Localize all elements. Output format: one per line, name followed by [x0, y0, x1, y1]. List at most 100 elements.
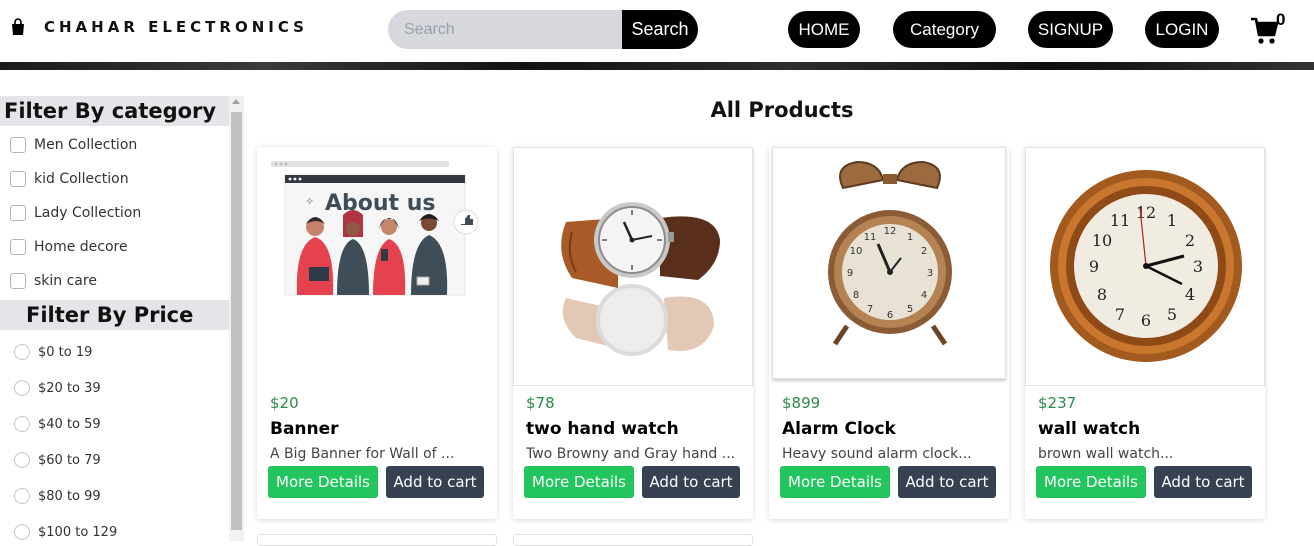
cart-button[interactable]: 0 [1250, 10, 1290, 48]
product-description: Two Browny and Gray hand ... [526, 446, 736, 462]
svg-text:12: 12 [884, 226, 897, 237]
more-details-button[interactable]: More Details [524, 466, 634, 498]
search-form: Search [388, 10, 698, 49]
category-option[interactable]: kid Collection [10, 169, 129, 189]
product-card: About us ✧ $20 Banner A Big Banner for W… [257, 147, 497, 519]
svg-text:1: 1 [1167, 211, 1177, 230]
alarm-clock-illustration: 12 6 9 3 12 45 78 1011 [828, 160, 952, 346]
scroll-thumb[interactable] [231, 112, 242, 530]
svg-text:4: 4 [1185, 285, 1195, 304]
nav-signup[interactable]: SIGNUP [1028, 11, 1113, 48]
price-option[interactable]: $80 to 99 [14, 486, 101, 506]
price-label: $100 to 129 [38, 524, 118, 540]
price-option[interactable]: $20 to 39 [14, 378, 101, 398]
product-description: Heavy sound alarm clock... [782, 446, 972, 462]
category-option[interactable]: Home decore [10, 237, 128, 257]
category-label: skin care [34, 273, 97, 289]
svg-text:11: 11 [864, 232, 877, 243]
checkbox[interactable] [10, 273, 26, 289]
svg-text:✧: ✧ [305, 195, 314, 208]
category-option[interactable]: skin care [10, 271, 97, 291]
svg-text:9: 9 [1089, 257, 1099, 276]
search-input[interactable] [388, 10, 624, 49]
checkbox[interactable] [10, 171, 26, 187]
svg-text:11: 11 [1110, 211, 1130, 230]
product-name: wall watch [1038, 419, 1141, 439]
category-label: Home decore [34, 239, 128, 255]
price-option[interactable]: $40 to 59 [14, 414, 101, 434]
price-label: $80 to 99 [38, 488, 101, 504]
product-name: Alarm Clock [782, 419, 896, 439]
add-to-cart-button[interactable]: Add to cart [1154, 466, 1252, 498]
wrist-watch-illustration [561, 202, 720, 356]
more-details-button[interactable]: More Details [268, 466, 378, 498]
price-option[interactable]: $60 to 79 [14, 450, 101, 470]
svg-text:4: 4 [921, 290, 927, 301]
svg-text:12: 12 [1136, 203, 1156, 222]
product-name: Banner [270, 419, 339, 439]
price-label: $40 to 59 [38, 416, 101, 432]
page-title: All Products [710, 98, 854, 122]
product-price: $237 [1038, 394, 1077, 412]
more-details-button[interactable]: More Details [1036, 466, 1146, 498]
nav-login[interactable]: LOGIN [1145, 11, 1219, 48]
svg-text:7: 7 [1115, 305, 1125, 324]
svg-text:5: 5 [1167, 305, 1177, 324]
product-card-partial [257, 534, 497, 546]
price-label: $60 to 79 [38, 452, 101, 468]
radio[interactable] [14, 452, 30, 468]
checkbox[interactable] [10, 239, 26, 255]
svg-text:6: 6 [887, 310, 893, 321]
svg-text:10: 10 [850, 246, 863, 257]
more-details-button[interactable]: More Details [780, 466, 890, 498]
about-us-banner-illustration: About us ✧ [271, 161, 479, 296]
product-price: $20 [270, 394, 299, 412]
add-to-cart-button[interactable]: Add to cart [386, 466, 484, 498]
product-description: brown wall watch... [1038, 446, 1174, 462]
svg-text:1: 1 [907, 232, 913, 243]
product-card-partial [513, 534, 753, 546]
category-label: kid Collection [34, 171, 129, 187]
checkbox[interactable] [10, 205, 26, 221]
svg-text:6: 6 [1141, 311, 1151, 330]
product-image[interactable] [513, 147, 753, 386]
nav-category[interactable]: Category [893, 11, 996, 48]
product-price: $78 [526, 394, 555, 412]
product-price: $899 [782, 394, 821, 412]
category-option[interactable]: Men Collection [10, 135, 137, 155]
nav-home[interactable]: HOME [788, 11, 860, 48]
price-option[interactable]: $100 to 129 [14, 522, 117, 541]
add-to-cart-button[interactable]: Add to cart [898, 466, 996, 498]
product-name: two hand watch [526, 419, 679, 439]
sidebar-scrollbar[interactable] [229, 96, 244, 541]
brand-name: CHAHAR ELECTRONICS [44, 18, 308, 36]
category-label: Lady Collection [34, 205, 142, 221]
product-image[interactable]: 12 6 9 3 12 45 78 10 11 [772, 147, 1006, 379]
product-card: 12 6 9 3 12 45 78 10 11 $899 Alarm Clock He… [769, 147, 1009, 519]
cart-icon [1251, 17, 1278, 44]
hero-strip [0, 62, 1314, 70]
scroll-up-arrow-icon[interactable] [232, 99, 240, 104]
radio[interactable] [14, 344, 30, 360]
product-image[interactable]: 12 6 9 3 12 45 78 10 11 [1025, 147, 1265, 386]
svg-text:2: 2 [921, 246, 927, 257]
svg-text:5: 5 [907, 304, 913, 315]
search-button[interactable]: Search [622, 10, 698, 49]
svg-text:2: 2 [1185, 231, 1195, 250]
add-to-cart-button[interactable]: Add to cart [642, 466, 740, 498]
svg-text:3: 3 [927, 268, 933, 279]
radio[interactable] [14, 416, 30, 432]
checkbox[interactable] [10, 137, 26, 153]
filter-sidebar: Filter By category Men Collection kid Co… [0, 96, 244, 541]
radio[interactable] [14, 380, 30, 396]
price-label: $0 to 19 [38, 344, 93, 360]
product-image[interactable]: About us ✧ [257, 147, 497, 386]
category-option[interactable]: Lady Collection [10, 203, 141, 223]
category-filter-heading: Filter By category [0, 96, 229, 126]
brand[interactable]: CHAHAR ELECTRONICS [10, 18, 308, 36]
svg-text:8: 8 [853, 290, 859, 301]
radio[interactable] [14, 488, 30, 504]
price-option[interactable]: $0 to 19 [14, 342, 92, 362]
svg-text:8: 8 [1097, 285, 1107, 304]
radio[interactable] [14, 524, 30, 540]
